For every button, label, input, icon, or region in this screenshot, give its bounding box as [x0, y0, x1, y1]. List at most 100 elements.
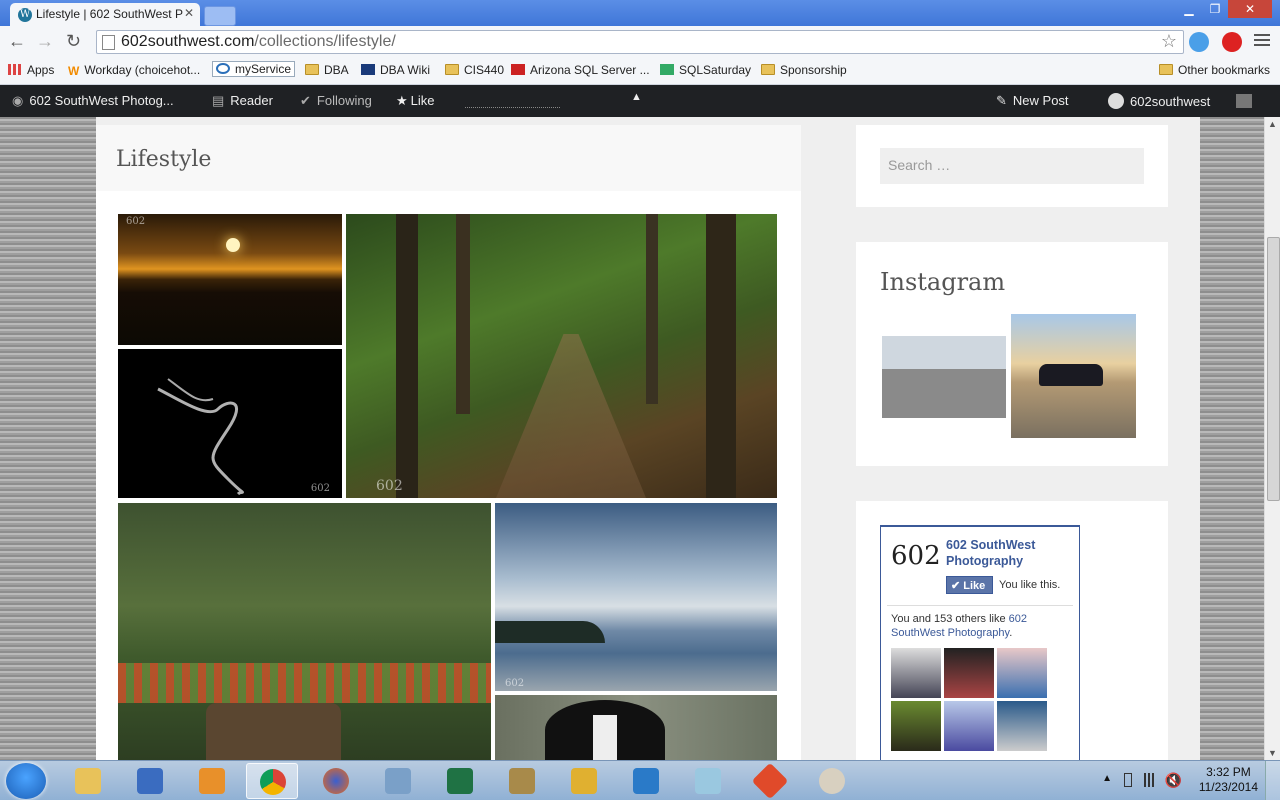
- bookmark-sponsorship[interactable]: Sponsorship: [761, 63, 847, 77]
- taskbar-network-tool[interactable]: [372, 763, 424, 799]
- tree-trunk: [646, 214, 658, 404]
- stats-sparkline[interactable]: [465, 91, 560, 108]
- restore-icon[interactable]: ❐: [1202, 0, 1228, 18]
- workday-icon: W: [68, 64, 80, 78]
- taskbar-database[interactable]: [558, 763, 610, 799]
- page-title: Lifestyle: [116, 147, 212, 172]
- taskbar-remote-desktop[interactable]: [124, 763, 176, 799]
- instagram-photo[interactable]: [1011, 314, 1136, 438]
- reader-icon: ▤: [212, 93, 225, 108]
- fan-avatar[interactable]: [891, 648, 941, 698]
- page-logo: 602: [891, 541, 941, 571]
- taskbar-notes[interactable]: [682, 763, 734, 799]
- back-icon[interactable]: ←: [8, 31, 26, 52]
- photo-sunset[interactable]: 602: [118, 214, 342, 345]
- photo-beach-clouds[interactable]: 602: [495, 503, 777, 691]
- battery-icon[interactable]: [1124, 773, 1132, 787]
- tree-trunk: [456, 214, 470, 414]
- taskbar-explorer[interactable]: [62, 763, 114, 799]
- show-desktop-button[interactable]: [1265, 761, 1280, 800]
- instagram-photo[interactable]: [881, 314, 1007, 438]
- photo-garden-chair[interactable]: [118, 503, 491, 760]
- address-bar[interactable]: 602southwest.com/collections/lifestyle/ …: [96, 30, 1184, 54]
- notifications-icon[interactable]: [1236, 94, 1252, 108]
- volume-muted-icon[interactable]: 🔇: [1165, 772, 1182, 789]
- myservice-icon: [216, 63, 230, 74]
- tray-expand-icon[interactable]: ▲: [1102, 773, 1112, 784]
- taskbar-lync[interactable]: [620, 763, 672, 799]
- clock[interactable]: 3:32 PM 11/23/2014: [1199, 765, 1258, 795]
- fan-avatar[interactable]: [891, 701, 941, 751]
- fan-avatar[interactable]: [997, 701, 1047, 751]
- check-icon: ✔: [300, 93, 311, 108]
- page-scrollbar[interactable]: ▲ ▼: [1264, 117, 1280, 760]
- chrome-menu-icon[interactable]: [1254, 34, 1270, 49]
- wp-site-menu[interactable]: ◉ 602 SouthWest Photog...: [12, 93, 174, 109]
- photo-smoke[interactable]: 602: [118, 349, 342, 498]
- taskbar-paint[interactable]: [806, 763, 858, 799]
- bookmark-arizona-sql[interactable]: Arizona SQL Server ...: [511, 63, 650, 77]
- wp-admin-bar: ◉ 602 SouthWest Photog... ▤ Reader ✔ Follow…: [0, 85, 1280, 117]
- scroll-thumb[interactable]: [1267, 237, 1280, 501]
- database-icon: [571, 768, 597, 794]
- check-icon: ✔: [951, 580, 964, 592]
- widget-title: Instagram: [880, 268, 1006, 296]
- watermark: 602: [376, 478, 403, 494]
- facebook-like-button[interactable]: ✔ Like: [946, 576, 993, 594]
- taskbar-tools[interactable]: [496, 763, 548, 799]
- wp-like[interactable]: ★ Like: [396, 93, 435, 109]
- reload-icon[interactable]: ↻: [66, 31, 81, 52]
- tab-title: Lifestyle | 602 SouthWest P: [36, 7, 183, 21]
- collapse-icon[interactable]: ▲: [631, 91, 642, 103]
- forward-icon[interactable]: →: [36, 31, 54, 52]
- close-window-icon[interactable]: ✕: [1228, 0, 1272, 18]
- wp-new-post[interactable]: ✎ New Post: [996, 93, 1069, 109]
- divider: [887, 605, 1073, 606]
- bookmark-dba-wiki[interactable]: DBA Wiki: [361, 63, 430, 77]
- bookmark-dba[interactable]: DBA: [305, 63, 349, 77]
- likes-summary: You and 153 others like 602 SouthWest Ph…: [891, 613, 1027, 639]
- extension-v-icon[interactable]: [1189, 32, 1209, 52]
- start-button[interactable]: [6, 763, 46, 799]
- minimize-icon[interactable]: ▁: [1176, 0, 1202, 18]
- photo-forest-trail[interactable]: 602: [346, 214, 777, 498]
- paint-icon: [819, 768, 845, 794]
- bookmark-cis440[interactable]: CIS440: [445, 63, 504, 77]
- taskbar-outlook[interactable]: [186, 763, 238, 799]
- lync-icon: [633, 768, 659, 794]
- network-signal-icon[interactable]: [1144, 773, 1160, 787]
- background-texture: [1200, 117, 1264, 760]
- taskbar-excel[interactable]: [434, 763, 486, 799]
- search-input[interactable]: Search …: [880, 148, 1144, 184]
- wp-user-menu[interactable]: 602southwest: [1108, 93, 1210, 109]
- globe-icon: ◉: [12, 93, 24, 108]
- fan-avatar[interactable]: [944, 648, 994, 698]
- bookmark-workday[interactable]: W Workday (choicehot...: [68, 63, 200, 78]
- fan-avatar[interactable]: [944, 701, 994, 751]
- bookmark-other[interactable]: Other bookmarks: [1159, 63, 1270, 77]
- browser-tab[interactable]: W Lifestyle | 602 SouthWest P ✕: [10, 3, 200, 26]
- close-tab-icon[interactable]: ✕: [184, 6, 194, 20]
- search-widget: Search …: [856, 125, 1168, 207]
- new-tab-button[interactable]: [204, 6, 236, 26]
- tools-icon: [509, 768, 535, 794]
- taskbar-chrome[interactable]: [246, 763, 298, 799]
- bookmark-star-icon[interactable]: ☆: [1161, 31, 1177, 52]
- monitor-icon: [137, 768, 163, 794]
- notes-icon: [695, 768, 721, 794]
- taskbar-git[interactable]: [744, 762, 796, 800]
- scroll-up-icon[interactable]: ▲: [1268, 119, 1277, 129]
- star-icon: ★: [396, 93, 408, 108]
- window-controls: ▁ ❐ ✕: [1176, 0, 1272, 18]
- photo-dog[interactable]: [495, 695, 777, 760]
- extension-stop-icon[interactable]: [1222, 32, 1242, 52]
- wp-following[interactable]: ✔ Following: [300, 93, 372, 109]
- scroll-down-icon[interactable]: ▼: [1268, 748, 1277, 758]
- facebook-page-name[interactable]: 602 SouthWest Photography: [946, 537, 1079, 569]
- bookmark-sqlsaturday[interactable]: SQLSaturday: [660, 63, 751, 77]
- taskbar-firefox[interactable]: [310, 763, 362, 799]
- bookmark-myservice[interactable]: myService: [212, 61, 296, 77]
- fan-avatar[interactable]: [997, 648, 1047, 698]
- wp-reader[interactable]: ▤ Reader: [212, 93, 273, 109]
- bookmark-apps[interactable]: Apps: [8, 63, 54, 77]
